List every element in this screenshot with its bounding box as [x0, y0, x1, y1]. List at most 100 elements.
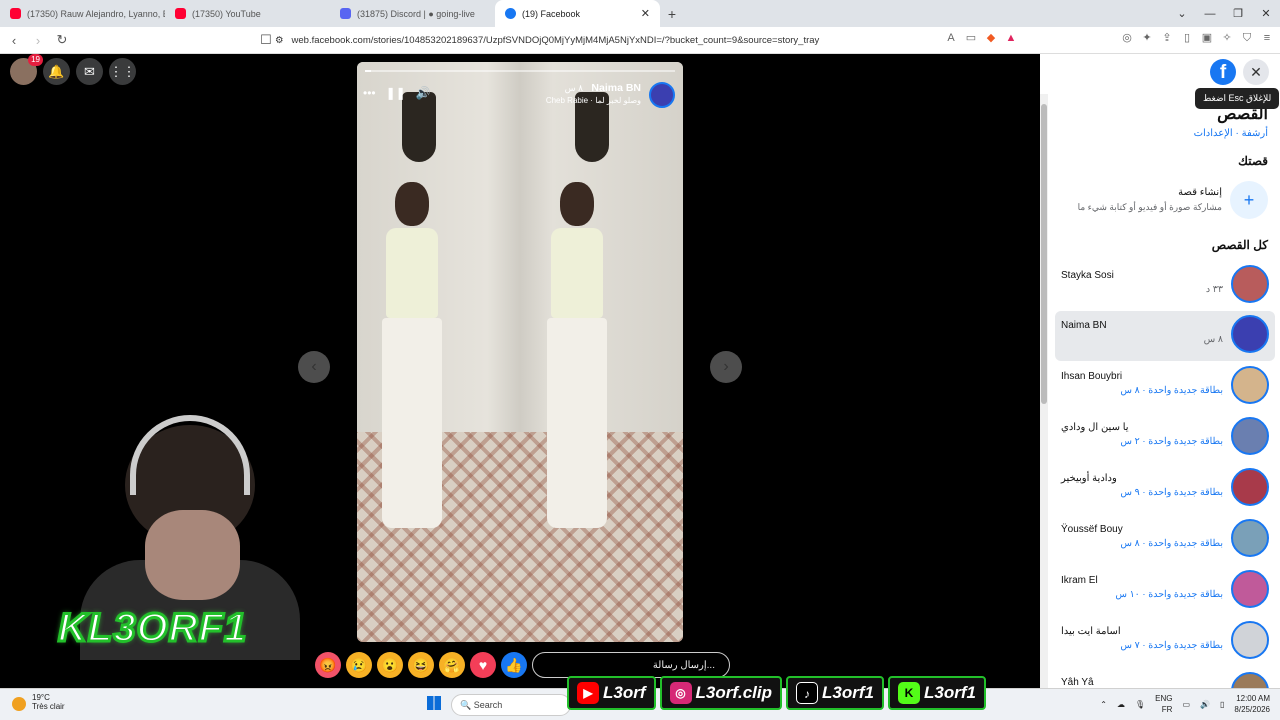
- close-tab-icon[interactable]: ✕: [641, 7, 650, 20]
- network-icon[interactable]: ▭: [1182, 700, 1190, 709]
- brave-rewards-icon[interactable]: ▲: [1004, 31, 1018, 45]
- facebook-logo-icon[interactable]: f: [1210, 59, 1236, 85]
- back-icon[interactable]: ‹: [4, 33, 24, 48]
- create-story-item[interactable]: + إنشاء قصة مشاركة صورة أو فيديو أو كتاب…: [1040, 179, 1280, 223]
- story-music[interactable]: Cheb Rabie · وصلو لخبر لما: [546, 96, 641, 105]
- wow-icon[interactable]: 😮: [377, 652, 403, 678]
- translate-icon[interactable]: A: [944, 31, 958, 45]
- social-banners: ▶ L3orf ◎ L3orf.clip ♪ L3orf1 K L3orf1: [567, 676, 986, 710]
- message-input[interactable]: إرسال رسالة...: [532, 652, 730, 678]
- previous-story-button[interactable]: ‹: [298, 351, 330, 383]
- notification-badge: 19: [28, 54, 43, 66]
- social-tiktok: ♪ L3orf1: [786, 676, 884, 710]
- social-instagram: ◎ L3orf.clip: [659, 676, 783, 710]
- mic-icon[interactable]: 🎙: [1135, 700, 1145, 709]
- forward-icon[interactable]: ›: [28, 33, 48, 48]
- archive-settings-links[interactable]: أرشفة · الإعدادات: [1194, 128, 1268, 139]
- notifications-icon[interactable]: 🔔: [43, 58, 70, 85]
- youtube-icon: ▶: [577, 682, 599, 704]
- messenger-icon[interactable]: ✉: [76, 58, 103, 85]
- system-tray: ⌃ ☁ 🎙 ENG FR ▭ 🔊 ▯ 12:00 AM 8/25/2026: [1100, 693, 1270, 715]
- avatar: [1231, 417, 1269, 455]
- extensions-icon[interactable]: ✦: [1140, 31, 1154, 45]
- all-stories-heading: كل القصص: [1211, 238, 1268, 252]
- close-window-icon[interactable]: ✕: [1252, 7, 1280, 20]
- close-icon[interactable]: ✕: [1243, 59, 1269, 85]
- battery-icon[interactable]: ▯: [1220, 700, 1224, 709]
- weather-widget[interactable]: 19°C Très clair: [12, 693, 65, 711]
- facebook-icon: [505, 8, 516, 19]
- story-viewer[interactable]: ••• ❚❚ 🔊 ٨ س Naima BN Cheb Rabie · وصلو …: [357, 62, 683, 642]
- site-info-icon[interactable]: ⚙: [275, 35, 284, 46]
- next-story-button[interactable]: ›: [710, 351, 742, 383]
- story-list-item[interactable]: Naima BN ٨ س: [1055, 311, 1275, 361]
- url-field[interactable]: ⚙ web.facebook.com/stories/10485320218963…: [275, 31, 1045, 50]
- person-image: [547, 182, 607, 542]
- youtube-icon: [10, 8, 21, 19]
- story-author-avatar[interactable]: [649, 82, 675, 108]
- story-list-item[interactable]: Ikram El بطاقة جديدة واحدة · ١٠ س: [1055, 566, 1275, 616]
- love-icon[interactable]: ♥: [470, 652, 496, 678]
- pause-icon[interactable]: ❚❚: [386, 86, 406, 100]
- story-author-name[interactable]: Naima BN: [591, 82, 641, 94]
- sidebar-toggle-icon[interactable]: ▯: [1180, 31, 1194, 45]
- menu-icon[interactable]: ≡: [1260, 31, 1274, 45]
- menu-grid-icon[interactable]: ⋮⋮: [109, 58, 136, 85]
- tab-facebook[interactable]: (19) Facebook ✕: [495, 0, 660, 27]
- restore-icon[interactable]: ❐: [1224, 7, 1252, 20]
- haha-icon[interactable]: 😆: [408, 652, 434, 678]
- address-bar: ‹ › ↻ ☐ ⚙ web.facebook.com/stories/104853…: [0, 27, 1280, 54]
- social-youtube: ▶ L3orf: [567, 676, 656, 710]
- story-list-item[interactable]: Ihsan Bouybri بطاقة جديدة واحدة · ٨ س: [1055, 362, 1275, 412]
- plus-icon: +: [1230, 181, 1268, 219]
- onedrive-icon[interactable]: ☁: [1117, 700, 1125, 709]
- sad-icon[interactable]: 😢: [346, 652, 372, 678]
- create-story-title: إنشاء قصة: [1178, 187, 1222, 198]
- language-indicator[interactable]: ENG FR: [1155, 693, 1172, 715]
- story-time: ٨ س: [564, 83, 583, 93]
- care-icon[interactable]: 🤗: [439, 652, 465, 678]
- share-icon[interactable]: ⇪: [1160, 31, 1174, 45]
- tab-bar: (17350) Rauw Alejandro, Lyanno, Bra (173…: [0, 0, 1280, 27]
- clock[interactable]: 12:00 AM 8/25/2026: [1234, 693, 1270, 715]
- streamer-logo: KL3ORF1: [56, 605, 248, 652]
- window-controls: ⌄ — ❐ ✕: [1168, 0, 1280, 27]
- profile-avatar[interactable]: 19: [10, 54, 43, 85]
- brave-shield-icon[interactable]: ◆: [984, 31, 998, 45]
- reload-icon[interactable]: ↻: [52, 32, 72, 48]
- wallet-icon[interactable]: ▣: [1200, 31, 1214, 45]
- chevron-up-icon[interactable]: ⌃: [1100, 700, 1107, 709]
- youtube-icon: [175, 8, 186, 19]
- story-list-item[interactable]: Ÿoussëf Bouy بطاقة جديدة واحدة · ٨ س: [1055, 515, 1275, 565]
- avatar: [1231, 315, 1269, 353]
- speaker-icon[interactable]: 🔊: [1200, 700, 1210, 709]
- tab-youtube-1[interactable]: (17350) Rauw Alejandro, Lyanno, Bra: [0, 0, 165, 27]
- story-list-item[interactable]: ودادية أوبيخير بطاقة جديدة واحدة · ٩ س: [1055, 464, 1275, 514]
- tab-discord[interactable]: (31875) Discord | ● going-live: [330, 0, 495, 27]
- more-options-icon[interactable]: •••: [363, 86, 376, 100]
- minimize-icon[interactable]: —: [1196, 8, 1224, 20]
- leo-icon[interactable]: ✧: [1220, 31, 1234, 45]
- volume-icon[interactable]: 🔊: [416, 86, 431, 100]
- start-icon[interactable]: [427, 696, 441, 710]
- bookmark-icon[interactable]: ☐: [256, 32, 276, 48]
- story-list-item[interactable]: اسامة ايت بيدا بطاقة جديدة واحدة · ٧ س: [1055, 617, 1275, 667]
- story-list-item[interactable]: يا سين ال ودادي بطاقة جديدة واحدة · ٢ س: [1055, 413, 1275, 463]
- vpn-icon[interactable]: ◎: [1120, 31, 1134, 45]
- cast-icon[interactable]: ▭: [964, 31, 978, 45]
- avatar: [1231, 570, 1269, 608]
- new-tab-button[interactable]: +: [660, 6, 684, 22]
- person-image: [382, 182, 442, 542]
- discord-icon: [340, 8, 351, 19]
- story-list-item[interactable]: Yâh Yâ: [1055, 668, 1275, 688]
- shield-icon[interactable]: ⛉: [1240, 31, 1254, 45]
- tab-search-icon[interactable]: ⌄: [1168, 7, 1196, 20]
- like-icon[interactable]: 👍: [501, 652, 527, 678]
- avatar: [1231, 366, 1269, 404]
- kick-icon: K: [897, 682, 920, 704]
- tab-youtube-2[interactable]: (17350) YouTube: [165, 0, 330, 27]
- story-list-item[interactable]: Stayka Sosi ٣٣ د: [1055, 261, 1275, 311]
- create-story-subtitle: مشاركة صورة أو فيديو أو كتابة شيء ما: [1077, 202, 1222, 212]
- taskbar-search[interactable]: 🔍 Search: [451, 694, 571, 716]
